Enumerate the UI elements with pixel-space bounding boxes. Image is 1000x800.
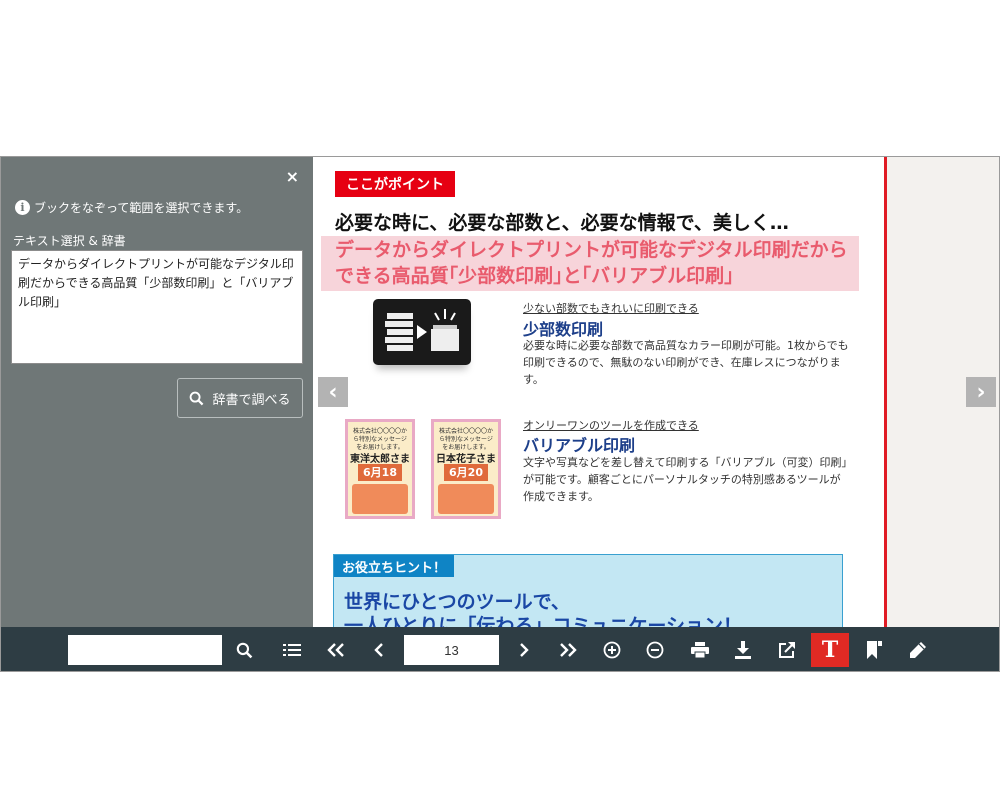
last-page-button[interactable] <box>553 635 583 665</box>
page-number-input[interactable] <box>404 635 499 665</box>
page-headline: 必要な時に、必要な部数と、必要な情報で、美しく… <box>335 212 789 234</box>
prev-page-button[interactable] <box>364 635 394 665</box>
search-button[interactable] <box>229 635 259 665</box>
download-icon <box>735 641 751 659</box>
cake-illustration <box>352 484 408 514</box>
hint-line-2: 一人ひとりに「伝わる」コミュニケーション！ <box>344 615 743 627</box>
point-badge: ここがポイント <box>335 171 455 197</box>
close-panel-button[interactable]: × <box>286 167 299 186</box>
book-viewer: × i ブックをなぞって範囲を選択できます。 テキスト選択 & 辞書 データから… <box>0 156 1000 672</box>
share-icon <box>779 642 795 658</box>
card-message: 株式会社〇〇〇〇から特別なメッセージをお届けします。 <box>352 428 407 451</box>
highlighted-text: データからダイレクトプリントが可能なデジタル印刷だから できる高品質｢少部数印刷… <box>335 237 863 289</box>
table-of-contents-button[interactable] <box>277 635 307 665</box>
variable-print-card: 株式会社〇〇〇〇から特別なメッセージをお届けします。 日本花子さま 6月20日 <box>431 419 501 519</box>
download-button[interactable] <box>728 635 758 665</box>
hint-line-1: 世界にひとつのツールで、 <box>344 591 570 613</box>
next-page-arrow[interactable]: › <box>966 377 996 407</box>
hint-badge: お役立ちヒント！ <box>334 555 454 577</box>
dictionary-button-label: 辞書で調べる <box>212 392 291 408</box>
feature-2-title: バリアブル印刷 <box>523 436 636 455</box>
card-date: 6月20日 <box>444 464 488 496</box>
bookmark-icon <box>867 641 882 659</box>
first-page-icon <box>327 643 344 657</box>
search-icon <box>190 391 204 405</box>
info-text: ブックをなぞって範囲を選択できます。 <box>34 201 249 215</box>
highlight-line-2: できる高品質｢少部数印刷｣と｢バリアブル印刷｣ <box>335 265 734 287</box>
close-icon[interactable]: × <box>286 167 299 186</box>
print-icon <box>691 642 709 658</box>
text-select-icon: T <box>821 637 839 663</box>
zoom-in-icon <box>603 641 621 659</box>
share-button[interactable] <box>772 635 802 665</box>
feature-2-desc: 文字や写真などを差し替えて印刷する「バリアブル（可変）印刷」が可能です。顧客ごと… <box>523 456 847 503</box>
pen-icon <box>910 642 926 658</box>
pen-button[interactable] <box>903 635 933 665</box>
prev-page-arrow[interactable]: ‹ <box>318 377 348 407</box>
book-page[interactable]: ここがポイント 必要な時に、必要な部数と、必要な情報で、美しく… データからダイ… <box>313 157 887 627</box>
zoom-out-button[interactable] <box>640 635 670 665</box>
feature-1-caption: 少ない部数でもきれいに印刷できる <box>523 302 699 315</box>
prev-page-icon <box>374 643 383 657</box>
first-page-button[interactable] <box>321 635 351 665</box>
highlight-line-1: データからダイレクトプリントが可能なデジタル印刷だから <box>335 239 848 261</box>
dictionary-lookup-button[interactable]: 辞書で調べる <box>177 378 303 418</box>
info-row: i ブックをなぞって範囲を選択できます。 <box>15 199 248 216</box>
card-recipient: 東洋太郎さま <box>350 454 410 465</box>
section-label: テキスト選択 & 辞書 <box>13 234 126 248</box>
zoom-in-button[interactable] <box>597 635 627 665</box>
card-message: 株式会社〇〇〇〇から特別なメッセージをお届けします。 <box>438 428 493 451</box>
zoom-out-icon <box>646 641 664 659</box>
print-button[interactable] <box>685 635 715 665</box>
text-select-button[interactable]: T <box>811 633 849 667</box>
hint-box: お役立ちヒント！ 世界にひとつのツールで、 一人ひとりに「伝わる」コミュニケーシ… <box>333 554 843 627</box>
info-icon: i <box>15 200 30 215</box>
bottom-toolbar: T <box>1 627 999 671</box>
feature-2-caption: オンリーワンのツールを作成できる <box>523 419 699 432</box>
last-page-icon <box>560 643 577 657</box>
next-page-icon <box>520 643 529 657</box>
text-select-panel: × i ブックをなぞって範囲を選択できます。 テキスト選択 & 辞書 データから… <box>1 157 313 627</box>
search-icon <box>236 642 252 658</box>
list-icon <box>283 644 301 656</box>
variable-print-card: 株式会社〇〇〇〇から特別なメッセージをお届けします。 東洋太郎さま 6月18日 <box>345 419 415 519</box>
feature-1-desc: 必要な時に必要な部数で高品質なカラー印刷が可能。1枚からでも印刷できるので、無駄… <box>523 339 849 386</box>
printer-illustration <box>373 299 471 365</box>
card-recipient: 日本花子さま <box>436 454 496 465</box>
card-date: 6月18日 <box>358 464 402 496</box>
search-input[interactable] <box>68 635 222 665</box>
cake-illustration <box>438 484 494 514</box>
selected-text-area[interactable]: データからダイレクトプリントが可能なデジタル印刷だからできる高品質「少部数印刷」… <box>11 250 303 364</box>
bookmark-button[interactable] <box>859 635 889 665</box>
next-page-button[interactable] <box>509 635 539 665</box>
